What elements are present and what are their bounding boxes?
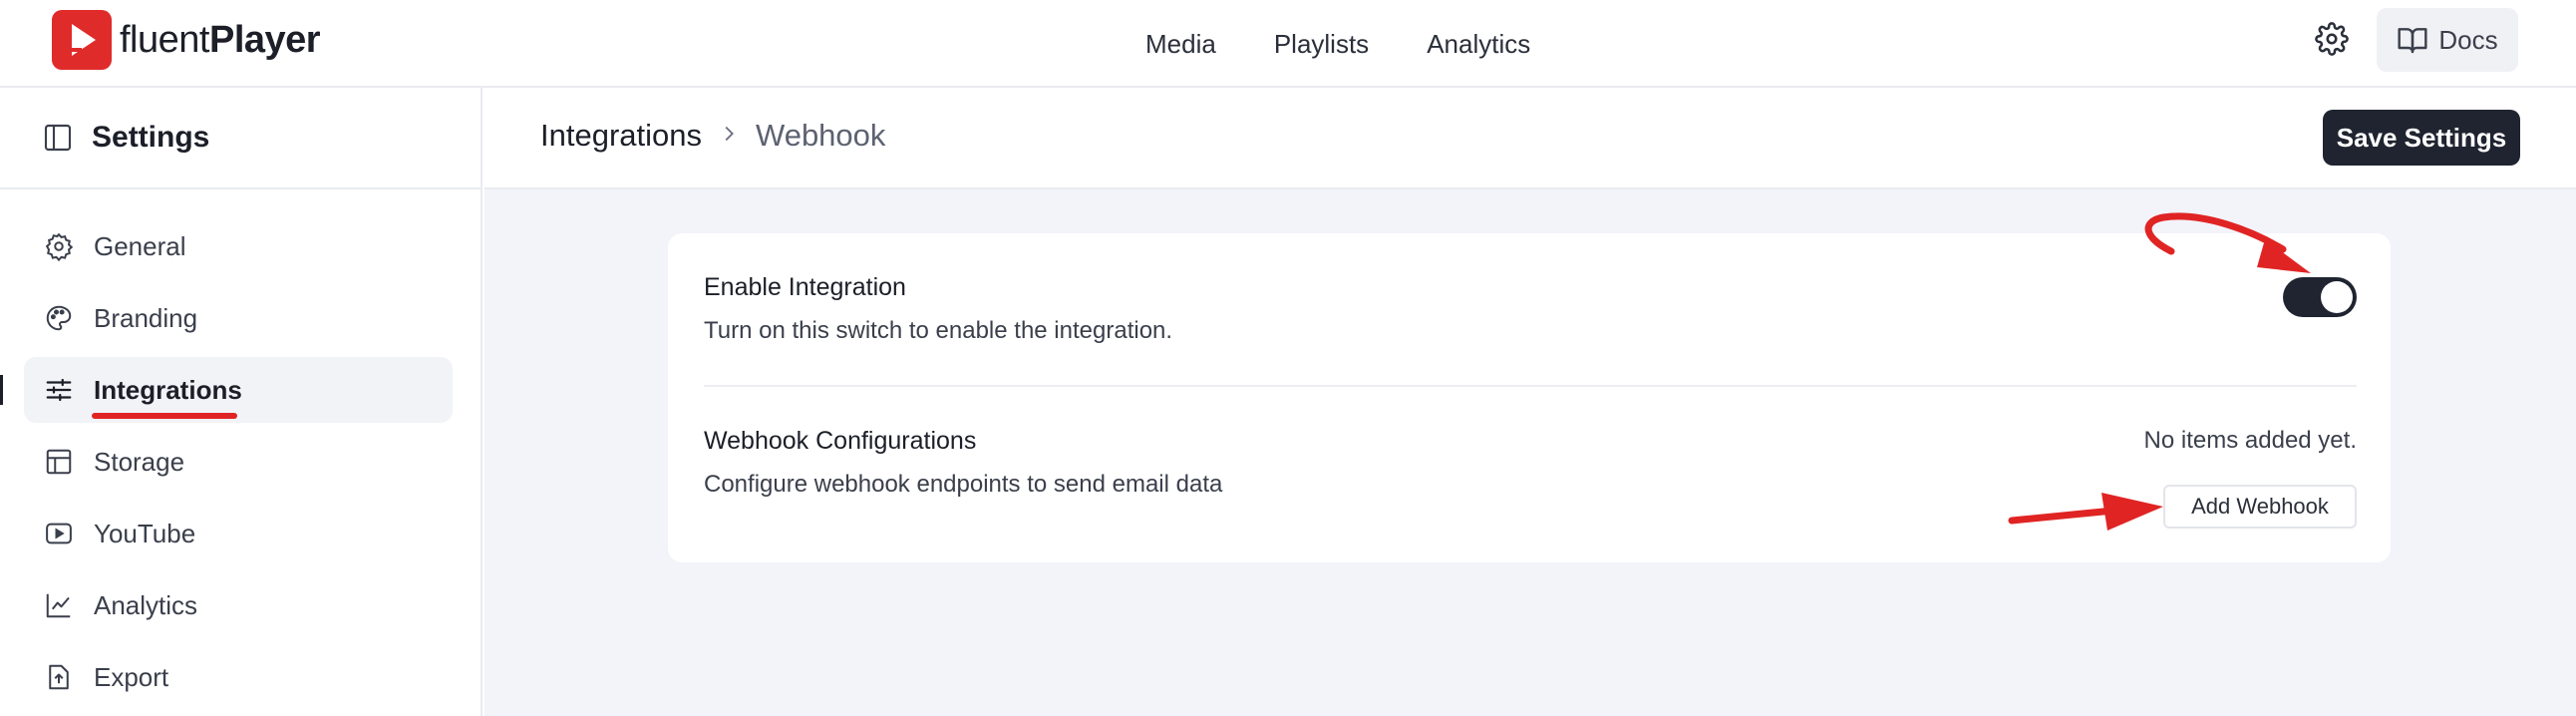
sidebar-item-export[interactable]: Export xyxy=(24,644,453,710)
sidebar-item-storage[interactable]: Storage xyxy=(24,429,453,495)
save-settings-button[interactable]: Save Settings xyxy=(2323,110,2520,166)
settings-button[interactable] xyxy=(2311,18,2353,60)
export-icon xyxy=(49,664,69,690)
add-webhook-button[interactable]: Add Webhook xyxy=(2163,485,2357,529)
sidebar-item-general[interactable]: General xyxy=(24,213,453,279)
enable-integration-toggle[interactable] xyxy=(2283,277,2357,317)
webhook-configurations-description: Configure webhook endpoints to send emai… xyxy=(704,471,1223,498)
enable-integration-title: Enable Integration xyxy=(704,273,906,301)
page-header: Integrations Webhook Save Settings xyxy=(484,88,2576,189)
app-name: fluentPlayer xyxy=(120,18,321,61)
top-bar: fluentPlayer Media Playlists Analytics D… xyxy=(0,0,2576,88)
integration-card: Enable Integration Turn on this switch t… xyxy=(668,233,2391,562)
gear-icon xyxy=(2315,22,2349,56)
sidebar-item-label: Analytics xyxy=(94,589,198,620)
sidebar-item-label: Storage xyxy=(94,446,185,477)
chart-icon xyxy=(46,593,71,618)
webhook-configurations-title: Webhook Configurations xyxy=(704,427,977,455)
annotation-underline xyxy=(92,413,237,419)
docs-button[interactable]: Docs xyxy=(2377,8,2518,72)
sidebar-item-branding[interactable]: Branding xyxy=(24,285,453,351)
breadcrumb-root[interactable]: Integrations xyxy=(540,118,702,154)
book-icon xyxy=(2398,28,2427,54)
nav-playlists[interactable]: Playlists xyxy=(1245,22,1398,66)
enable-integration-description: Turn on this switch to enable the integr… xyxy=(704,317,1173,344)
sidebar-item-label: Export xyxy=(94,661,169,692)
toggle-knob xyxy=(2321,281,2353,313)
palette-icon xyxy=(46,305,72,331)
sidebar-item-label: YouTube xyxy=(94,518,196,548)
youtube-icon xyxy=(46,523,72,544)
sidebar-item-label: Integrations xyxy=(94,374,242,405)
nav-analytics[interactable]: Analytics xyxy=(1398,22,1559,66)
sidebar-title: Settings xyxy=(92,121,210,154)
chevron-right-icon xyxy=(718,121,740,152)
app-logo[interactable]: fluentPlayer xyxy=(52,10,321,70)
docs-label: Docs xyxy=(2438,24,2498,55)
empty-state-text: No items added yet. xyxy=(2143,427,2357,454)
content-area: Enable Integration Turn on this switch t… xyxy=(484,189,2576,716)
storage-icon xyxy=(46,449,72,475)
main-nav: Media Playlists Analytics xyxy=(1117,22,1559,66)
sidebar-item-integrations[interactable]: Integrations xyxy=(0,357,453,423)
sidebar-header: Settings xyxy=(0,88,481,189)
sidebar: Settings General Branding Integrations S… xyxy=(0,88,483,716)
breadcrumb-current: Webhook xyxy=(756,118,886,153)
sidebar-item-label: Branding xyxy=(94,302,198,333)
play-logo-icon xyxy=(52,10,112,70)
nav-media[interactable]: Media xyxy=(1117,22,1245,66)
gear-icon xyxy=(45,232,74,261)
sidebar-item-youtube[interactable]: YouTube xyxy=(24,501,453,566)
divider xyxy=(704,385,2357,387)
active-indicator xyxy=(0,375,3,405)
breadcrumb: Integrations Webhook xyxy=(540,118,885,154)
settings-menu: General Branding Integrations Storage Yo… xyxy=(0,213,483,716)
sidebar-panel-icon[interactable] xyxy=(42,122,74,154)
sidebar-item-label: General xyxy=(94,230,186,261)
sidebar-item-analytics[interactable]: Analytics xyxy=(24,572,453,638)
sliders-icon xyxy=(46,378,72,402)
